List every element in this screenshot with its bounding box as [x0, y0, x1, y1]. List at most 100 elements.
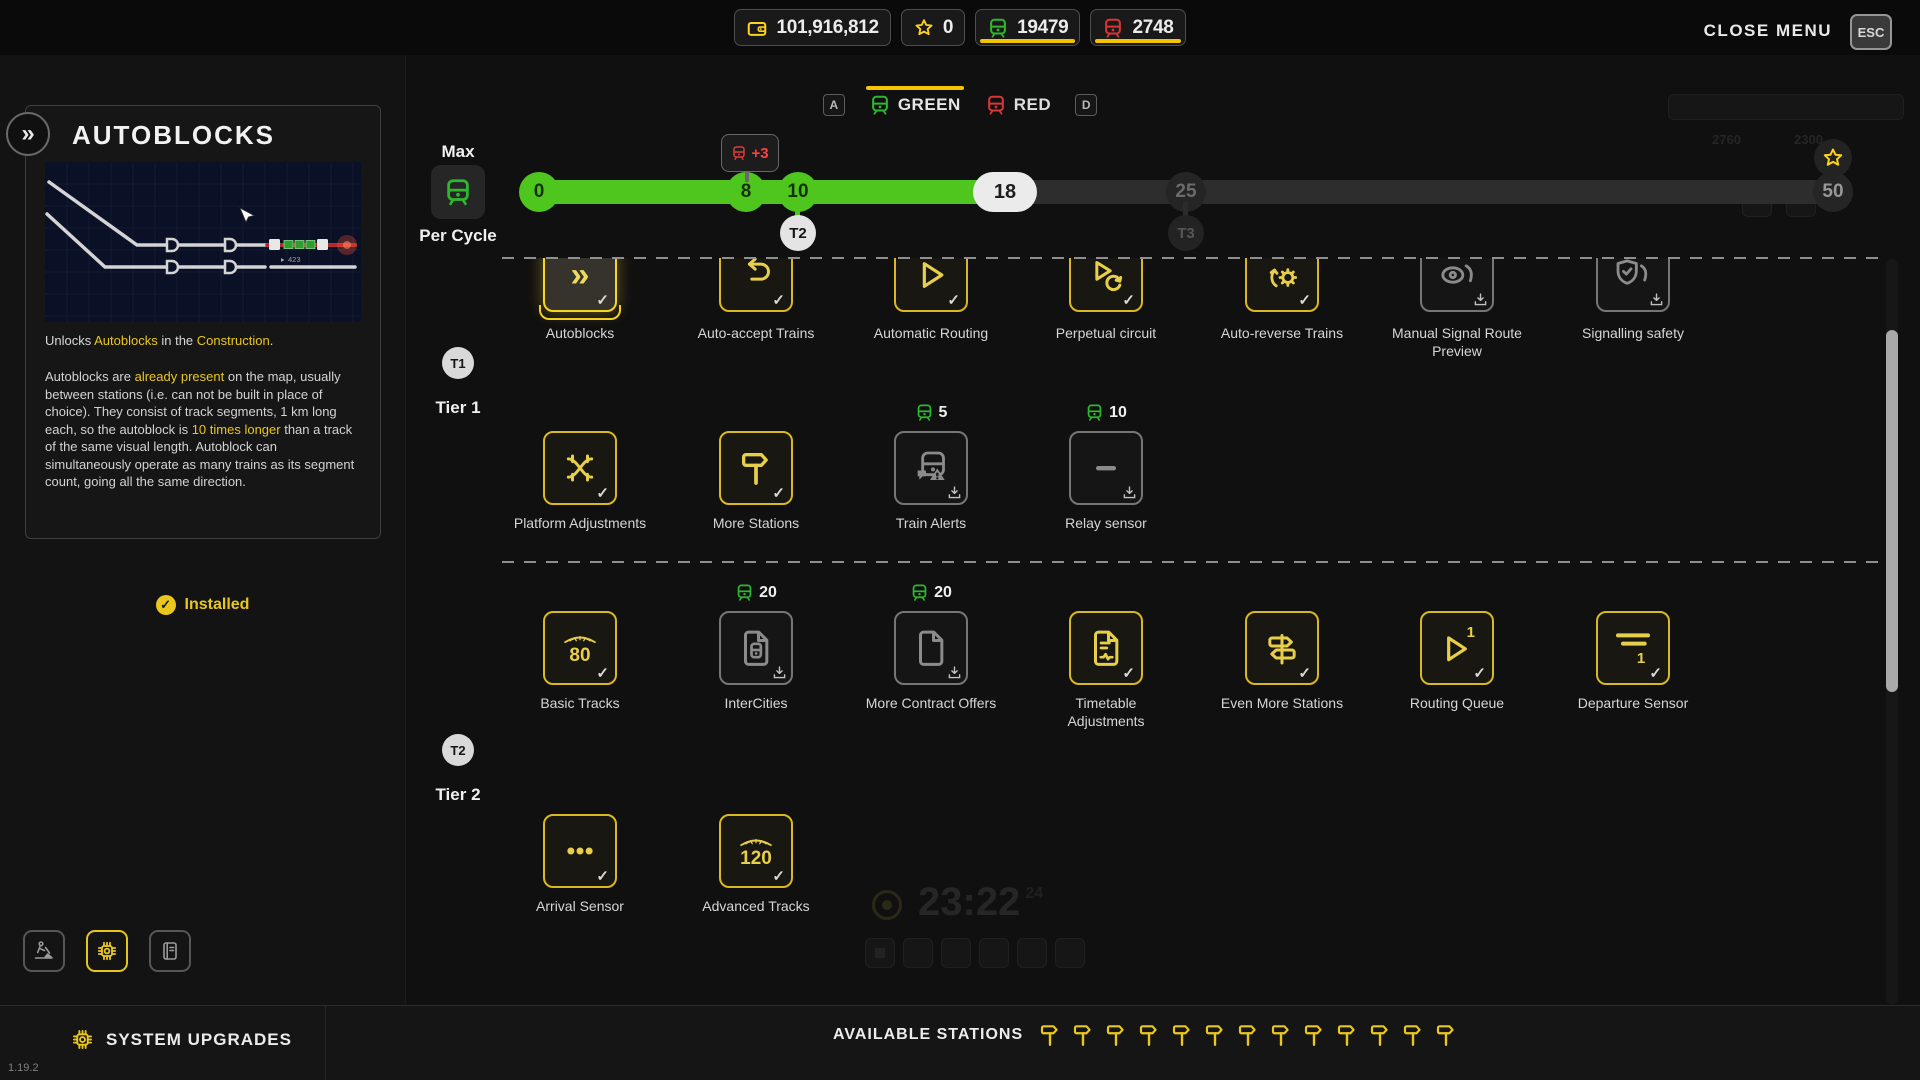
double-signpost-icon	[1262, 628, 1302, 668]
stars-badge: 0	[901, 9, 965, 46]
tab-d[interactable]: D	[1075, 94, 1097, 116]
money-value: 101,916,812	[776, 17, 878, 39]
three-dots-icon	[560, 831, 600, 871]
section-header: SYSTEM UPGRADES	[70, 1027, 292, 1052]
green-trains-value: 19479	[1017, 17, 1068, 39]
upgrade-relay-sensor[interactable]: 10 Relay sensor	[1021, 431, 1191, 532]
price-badge: 10	[1021, 403, 1191, 422]
check-icon: ✓	[772, 291, 785, 309]
check-icon: ✓	[772, 867, 785, 885]
max-trains-progress-bar: 0 8 10 18 25 50	[539, 180, 1833, 204]
red-train-icon	[1102, 17, 1124, 39]
upgrade-label: Advanced Tracks	[702, 897, 809, 915]
eye-route-icon	[1437, 255, 1477, 295]
download-icon	[773, 666, 786, 679]
station-signpost-icon	[1235, 1022, 1261, 1048]
upgrade-label: Routing Queue	[1410, 694, 1504, 712]
upgrade-train-alerts[interactable]: 5 Train Alerts	[846, 431, 1016, 532]
upgrade-even-more-stations[interactable]: ✓ Even More Stations	[1197, 611, 1367, 712]
check-icon: ✓	[596, 867, 609, 885]
green-train-icon	[869, 94, 891, 116]
available-stations-label: AVAILABLE STATIONS	[833, 1026, 1023, 1044]
accept-arrow-icon	[736, 255, 776, 295]
scrollbar-thumb[interactable]	[1886, 330, 1898, 692]
file-train-icon	[736, 628, 776, 668]
station-signpost-icon	[1136, 1022, 1162, 1048]
upgrade-advanced-tracks[interactable]: 120 ✓ Advanced Tracks	[671, 814, 841, 915]
station-icons	[1037, 1022, 1459, 1048]
scrollbar-track[interactable]	[1886, 259, 1898, 1005]
sensor-bars-icon	[1613, 631, 1653, 648]
check-icon: ✓	[772, 484, 785, 502]
upgrade-label: Timetable Adjustments	[1050, 694, 1162, 730]
upgrade-label: Perpetual circuit	[1056, 324, 1156, 342]
upgrade-label: Platform Adjustments	[514, 514, 646, 532]
upgrade-preview-image: 423	[45, 162, 361, 322]
per-cycle-label: Per Cycle	[398, 226, 518, 246]
upgrade-label: Train Alerts	[896, 514, 966, 532]
wallet-icon	[746, 17, 768, 39]
clock-seconds: 24	[1025, 885, 1043, 903]
red-train-icon	[731, 145, 747, 161]
upgrade-more-stations[interactable]: ✓ More Stations	[671, 431, 841, 532]
upgrade-label: Relay sensor	[1065, 514, 1147, 532]
bonus-value: +3	[751, 145, 768, 162]
station-signpost-icon	[1103, 1022, 1129, 1048]
track-number-label: 423	[288, 255, 301, 264]
station-signpost-icon	[1433, 1022, 1459, 1048]
star-icon	[1821, 146, 1845, 170]
reverse-gear-icon	[1262, 255, 1302, 295]
upgrade-timetable-adjustments[interactable]: ✓ Timetable Adjustments	[1021, 611, 1191, 730]
tier2-badge: T2	[442, 734, 474, 766]
close-menu-button[interactable]: CLOSE MENU	[1704, 21, 1832, 41]
green-train-icon	[987, 17, 1009, 39]
speed-value: 120	[740, 849, 772, 868]
check-icon: ✓	[596, 291, 609, 309]
download-icon	[1474, 293, 1487, 306]
station-signpost-icon	[1169, 1022, 1195, 1048]
upgrade-departure-sensor[interactable]: 1 ✓ Departure Sensor	[1548, 611, 1718, 712]
marker-min: 0	[519, 172, 559, 212]
background-dim-value: 2760	[1712, 132, 1741, 147]
t2-marker: T2	[780, 215, 816, 251]
tab-red[interactable]: RED	[985, 94, 1051, 116]
upgrade-routing-queue[interactable]: 1 ✓ Routing Queue	[1372, 611, 1542, 712]
station-signpost-icon	[1400, 1022, 1426, 1048]
tier2-label: Tier 2	[408, 785, 508, 805]
installed-check-icon: ✓	[156, 595, 176, 615]
red-trains-badge: 2748	[1090, 9, 1185, 46]
tab-green[interactable]: GREEN	[869, 94, 961, 116]
details-title: AUTOBLOCKS	[72, 120, 275, 151]
file-icon	[911, 628, 951, 668]
check-icon: ✓	[1298, 291, 1311, 309]
upgrade-label: Auto-accept Trains	[698, 324, 815, 342]
check-icon: ✓	[596, 484, 609, 502]
upgrade-description: Autoblocks are already present on the ma…	[45, 368, 365, 491]
resource-bar: 101,916,812 0 19479 2748	[0, 9, 1920, 46]
esc-key-badge[interactable]: ESC	[1850, 14, 1892, 50]
menu-category-tabs	[23, 930, 191, 972]
check-icon: ✓	[1649, 664, 1662, 682]
stars-value: 0	[943, 17, 953, 39]
upgrade-arrival-sensor[interactable]: ✓ Arrival Sensor	[495, 814, 665, 915]
red-train-bonus-badge: +3	[721, 134, 779, 172]
upgrade-platform-adjustments[interactable]: ✓ Platform Adjustments	[495, 431, 665, 532]
chip-icon	[70, 1027, 95, 1052]
upgrade-label: Automatic Routing	[874, 324, 988, 342]
upgrade-label: More Stations	[713, 514, 799, 532]
station-signpost-icon	[1334, 1022, 1360, 1048]
price-value: 20	[934, 584, 952, 602]
tab-a[interactable]: A	[823, 94, 845, 116]
tab-system-upgrades[interactable]	[86, 930, 128, 972]
upgrade-intercities[interactable]: 20 InterCities	[671, 611, 841, 712]
green-train-icon	[443, 177, 473, 207]
chip-icon	[95, 939, 119, 963]
upgrade-basic-tracks[interactable]: 80 ✓ Basic Tracks	[495, 611, 665, 712]
upgrade-more-contract-offers[interactable]: 20 More Contract Offers	[846, 611, 1016, 712]
speed-value: 80	[569, 646, 590, 665]
collapse-panel-button[interactable]: »	[6, 112, 50, 156]
tier-divider-dashed	[502, 561, 1886, 563]
tier1-label: Tier 1	[408, 398, 508, 418]
tab-manual[interactable]	[149, 930, 191, 972]
tab-construction[interactable]	[23, 930, 65, 972]
